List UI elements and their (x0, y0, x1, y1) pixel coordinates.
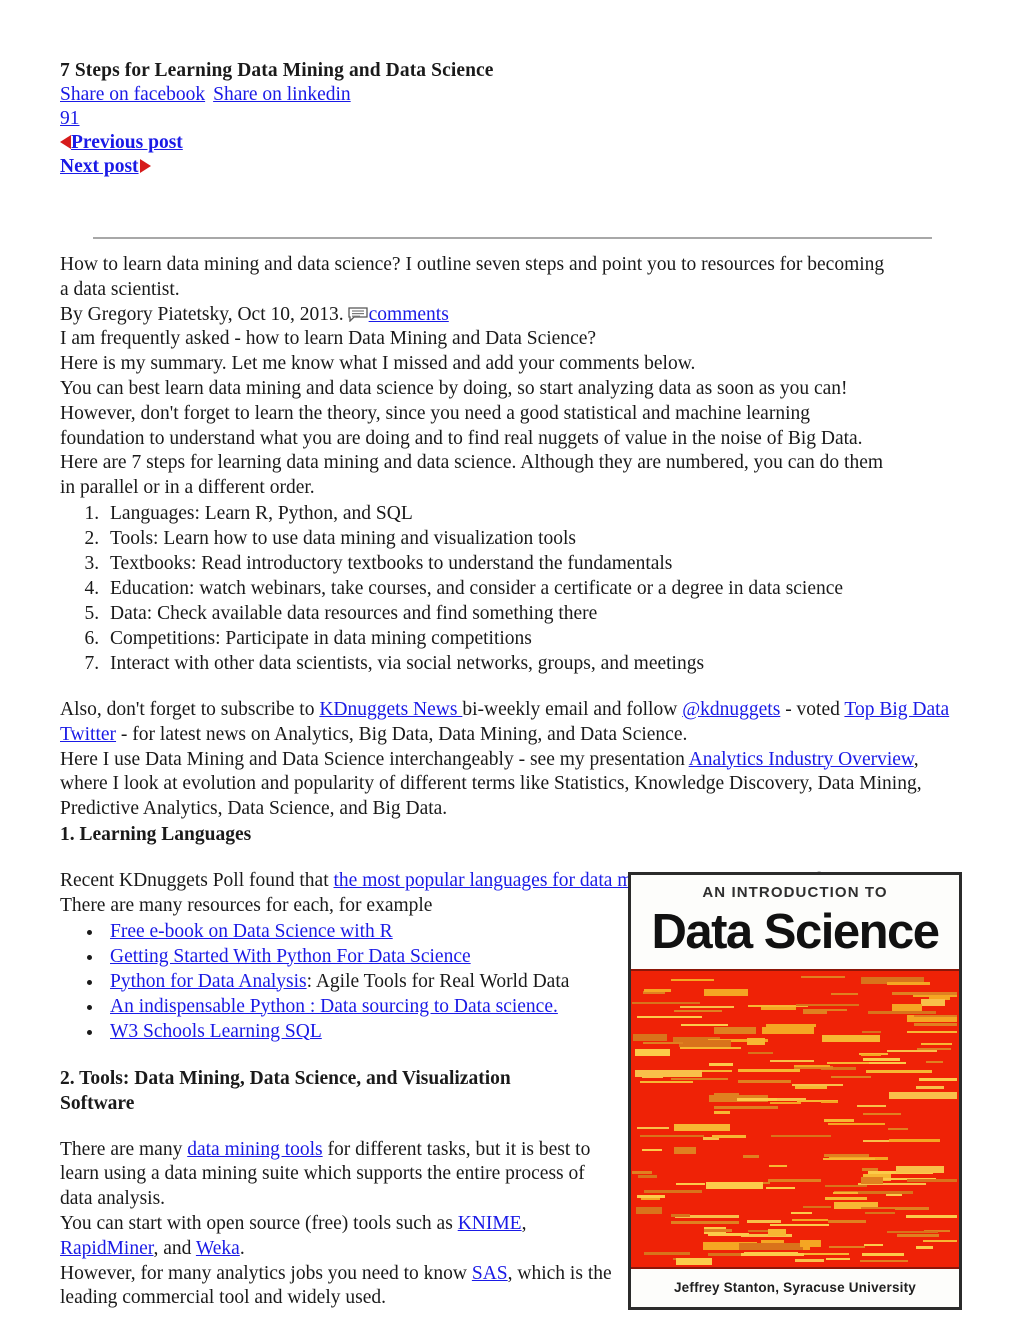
steps-list: Languages: Learn R, Python, and SQL Tool… (60, 501, 962, 676)
list-item: An indispensable Python : Data sourcing … (104, 994, 664, 1019)
section-1-heading: 1. Learning Languages (60, 823, 252, 845)
share-linkedin-link[interactable]: Share on linkedin (213, 84, 351, 105)
summary-line-1: How to learn data mining and data scienc… (60, 254, 885, 275)
paragraph-line: I am frequently asked - how to learn Dat… (60, 328, 597, 350)
paragraph-line: You can best learn data mining and data … (60, 377, 848, 399)
summary-line-2: a data scientist. (60, 278, 180, 300)
previous-post-link[interactable]: Previous post (71, 132, 183, 153)
list-item: Competitions: Participate in data mining… (104, 626, 962, 651)
document-page: 7 Steps for Learning Data Mining and Dat… (0, 0, 1020, 1320)
tools-p2-pre: You can start with open source (free) to… (60, 1212, 458, 1234)
list-item: Python for Data Analysis: Agile Tools fo… (104, 969, 664, 994)
weka-link[interactable]: Weka (196, 1238, 240, 1259)
kdnuggets-handle-link[interactable]: @kdnuggets (682, 699, 780, 720)
analytics-industry-overview-link[interactable]: Analytics Industry Overview (689, 749, 914, 770)
book-cover-title: Data Science (651, 905, 940, 959)
list-item: Textbooks: Read introductory textbooks t… (104, 551, 962, 576)
subscribe-mid-1: bi-weekly email and follow (462, 698, 683, 720)
section-2-block: 2. Tools: Data Mining, Data Science, and… (60, 1066, 620, 1312)
section-2-heading-line-1: 2. Tools: Data Mining, Data Science, and… (60, 1067, 511, 1089)
paragraph-line: in parallel or in a different order. (60, 477, 315, 499)
paragraph-line: However, don't forget to learn the theor… (60, 402, 810, 424)
list-item: Education: watch webinars, take courses,… (104, 576, 962, 601)
tools-p1-pre: There are many (60, 1138, 188, 1160)
list-item: Free e-book on Data Science with R (104, 919, 664, 944)
section-2-heading-line-2: Software (60, 1092, 135, 1114)
comments-link[interactable]: comments (369, 304, 449, 325)
byline-text: By Gregory Piatetsky, Oct 10, 2013. (60, 303, 344, 325)
interchangeable-paragraph: Here I use Data Mining and Data Science … (60, 748, 962, 822)
resource-link[interactable]: Python for Data Analysis (110, 971, 307, 992)
book-cover-kicker: AN INTRODUCTION TO (702, 884, 888, 901)
knime-link[interactable]: KNIME (458, 1213, 522, 1234)
poll-pre: Recent KDnuggets Poll found that (60, 869, 334, 891)
data-mining-tools-link[interactable]: data mining tools (187, 1139, 322, 1160)
book-cover-image: AN INTRODUCTION TO Data Science Jeffrey … (628, 872, 962, 1310)
resource-link[interactable]: An indispensable Python : Data sourcing … (110, 996, 558, 1017)
kdnuggets-news-link[interactable]: KDnuggets News (319, 699, 462, 720)
arrow-left-icon (60, 135, 71, 149)
next-post-row: Next post (60, 155, 962, 179)
page-title: 7 Steps for Learning Data Mining and Dat… (60, 60, 494, 81)
arrow-right-icon (139, 159, 151, 173)
next-post-link[interactable]: Next post (60, 156, 139, 177)
list-item: Getting Started With Python For Data Sci… (104, 944, 664, 969)
tools-p2-post: . (239, 1237, 245, 1259)
share-facebook-link[interactable]: Share on facebook (60, 84, 205, 105)
list-item: Data: Check available data resources and… (104, 601, 962, 626)
tools-paragraph-2: You can start with open source (free) to… (60, 1212, 620, 1262)
tools-p2-mid-2: , and (153, 1237, 196, 1259)
resource-link[interactable]: W3 Schools Learning SQL (110, 1021, 322, 1042)
resource-link[interactable]: Free e-book on Data Science with R (110, 921, 393, 942)
previous-post-row: Previous post (60, 131, 962, 155)
list-item: Interact with other data scientists, via… (104, 651, 962, 676)
header-spacer (60, 179, 962, 237)
share-count-row: 91 (60, 107, 962, 131)
list-item: W3 Schools Learning SQL (104, 1019, 664, 1044)
popular-languages-link[interactable]: the most popular languages for data mini… (334, 870, 678, 891)
paragraph-line: Here are 7 steps for learning data minin… (60, 452, 884, 474)
subscribe-paragraph: Also, don't forget to subscribe to KDnug… (60, 698, 962, 748)
book-cover-artwork (631, 971, 959, 1267)
subscribe-post: - for latest news on Analytics, Big Data… (116, 723, 688, 745)
paragraph-line: Here is my summary. Let me know what I m… (60, 353, 696, 375)
paragraph-line: foundation to understand what you are do… (60, 427, 863, 449)
comment-bubble-icon (347, 305, 368, 323)
section-divider (93, 237, 932, 239)
list-item: Tools: Learn how to use data mining and … (104, 526, 962, 551)
tools-p2-mid-1: , (521, 1212, 527, 1234)
subscribe-pre: Also, don't forget to subscribe to (60, 698, 320, 720)
share-count-link[interactable]: 91 (60, 108, 80, 129)
book-cover-footer: Jeffrey Stanton, Syracuse University (631, 1267, 959, 1307)
tools-paragraph-3: However, for many analytics jobs you nee… (60, 1262, 620, 1312)
resource-tail: : Agile Tools for Real World Data (306, 970, 570, 992)
resources-list: Free e-book on Data Science with R Getti… (60, 919, 664, 1044)
byline-row: By Gregory Piatetsky, Oct 10, 2013. comme… (60, 303, 962, 328)
tools-paragraph-1: There are many data mining tools for dif… (60, 1138, 620, 1212)
share-row: Share on facebook Share on linkedin (60, 83, 962, 107)
resource-link[interactable]: Getting Started With Python For Data Sci… (110, 946, 471, 967)
sas-link[interactable]: SAS (472, 1263, 508, 1284)
interchangeable-pre: Here I use Data Mining and Data Science … (60, 748, 689, 770)
list-item: Languages: Learn R, Python, and SQL (104, 501, 962, 526)
book-cover-author: Jeffrey Stanton, Syracuse University (673, 1280, 917, 1295)
rapidminer-link[interactable]: RapidMiner (60, 1238, 153, 1259)
book-cover-header: AN INTRODUCTION TO Data Science (631, 875, 959, 971)
subscribe-mid-2: - voted (780, 698, 845, 720)
tools-p3-pre: However, for many analytics jobs you nee… (60, 1262, 472, 1284)
